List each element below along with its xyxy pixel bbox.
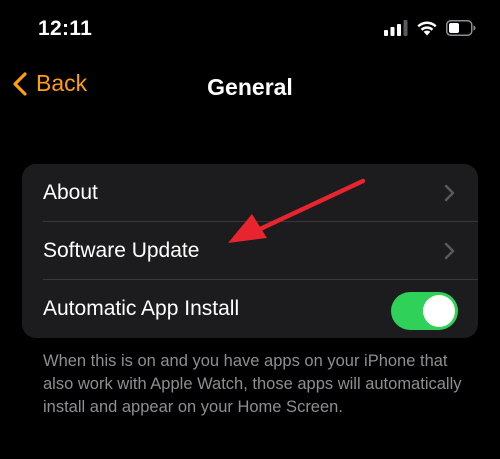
- chevron-right-icon: [444, 242, 455, 260]
- status-time: 12:11: [38, 17, 93, 40]
- battery-icon: [446, 20, 476, 36]
- toggle-knob: [423, 295, 455, 327]
- signal-icon: [384, 20, 408, 36]
- settings-group: About Software Update Automatic App Inst…: [22, 164, 478, 338]
- row-about[interactable]: About: [22, 164, 478, 222]
- page-title: General: [207, 74, 293, 100]
- status-icons: [384, 20, 476, 36]
- row-label: About: [43, 181, 98, 204]
- status-bar: 12:11: [0, 0, 500, 60]
- automatic-app-install-toggle[interactable]: [391, 292, 458, 330]
- row-software-update[interactable]: Software Update: [22, 222, 478, 280]
- nav-bar: Back General: [0, 62, 500, 114]
- row-label: Software Update: [43, 239, 200, 262]
- wifi-icon: [417, 21, 437, 36]
- row-label: Automatic App Install: [43, 297, 240, 320]
- chevron-right-icon: [444, 184, 455, 202]
- row-automatic-app-install: Automatic App Install: [22, 280, 478, 338]
- footer-description: When this is on and you have apps on you…: [43, 352, 462, 416]
